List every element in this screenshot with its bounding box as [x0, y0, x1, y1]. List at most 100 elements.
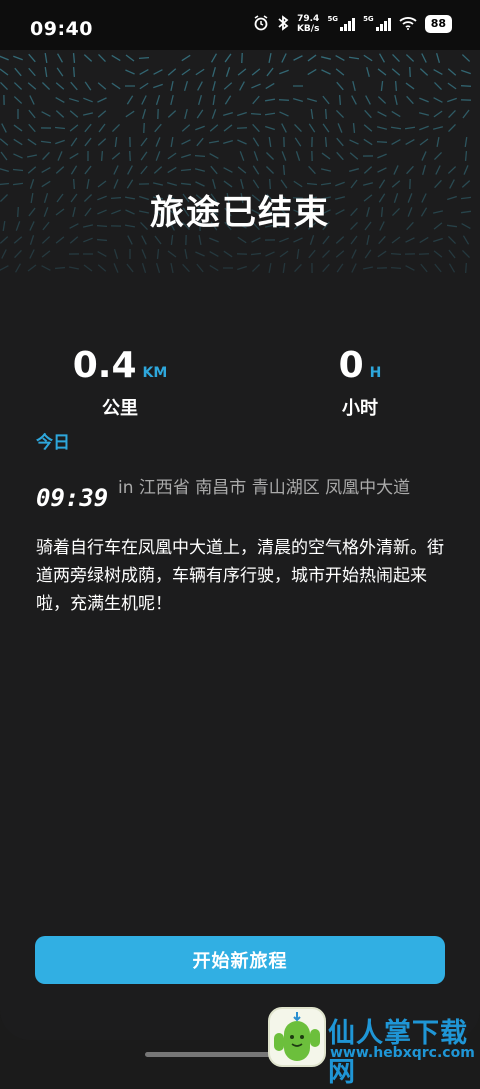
dash-mark [13, 170, 23, 171]
dash-mark [102, 151, 103, 161]
day-heading: 今日 [36, 428, 70, 453]
bluetooth-icon [277, 15, 289, 34]
dash-mark [351, 236, 357, 244]
dash-mark [309, 124, 314, 132]
dash-mark [196, 69, 204, 74]
dash-mark [283, 263, 284, 273]
dash-mark [406, 55, 413, 62]
dash-mark [74, 53, 75, 63]
dash-mark [70, 237, 78, 243]
dash-mark [212, 54, 217, 63]
dash-mark [154, 70, 163, 75]
dash-mark [225, 96, 230, 104]
start-new-trip-button[interactable]: 开始新旅程 [35, 936, 445, 984]
dash-mark [15, 68, 21, 76]
dash-mark [461, 86, 471, 87]
dash-mark [126, 55, 134, 61]
dash-mark [321, 70, 330, 74]
dash-mark [379, 236, 386, 243]
dash-mark [238, 69, 246, 75]
dash-mark [224, 251, 232, 257]
dash-mark [30, 250, 34, 259]
dash-mark [466, 263, 467, 273]
dash-mark [267, 68, 273, 76]
dash-mark [30, 95, 34, 104]
duration-value: 0 [339, 345, 364, 386]
dash-mark [323, 264, 330, 271]
dash-mark [436, 165, 440, 174]
dash-mark [350, 153, 358, 159]
dash-mark [195, 169, 205, 172]
dash-mark [336, 69, 344, 75]
dash-mark [0, 237, 7, 244]
dash-mark [58, 151, 62, 160]
dash-mark [364, 139, 372, 144]
dash-mark [140, 70, 149, 75]
dash-mark [142, 249, 146, 258]
dash-mark [197, 138, 203, 146]
dash-mark [253, 138, 258, 146]
dash-mark [0, 139, 8, 145]
dash-mark [294, 56, 303, 61]
dash-mark [85, 124, 91, 132]
dash-mark [378, 69, 386, 75]
dash-mark [29, 68, 36, 76]
dash-mark [265, 113, 275, 114]
dash-mark [378, 112, 387, 117]
dash-mark [128, 236, 132, 245]
dash-mark [419, 98, 428, 102]
dash-mark [181, 155, 191, 158]
sim1-type: 5G [327, 15, 338, 23]
dash-mark [462, 250, 469, 257]
dash-mark [377, 154, 386, 158]
dash-mark [13, 154, 22, 158]
dash-mark [213, 81, 215, 91]
dash-mark [422, 151, 426, 160]
dash-mark [434, 70, 443, 75]
dash-mark [354, 123, 355, 133]
dash-mark [378, 251, 386, 257]
dash-mark [381, 81, 382, 91]
dash-mark [448, 83, 456, 89]
dash-mark [407, 96, 414, 103]
dash-mark [197, 264, 203, 272]
network-speed: 79.4 KB/s [297, 14, 319, 34]
dash-mark [142, 263, 145, 273]
dash-mark [195, 252, 204, 256]
dash-mark [128, 166, 133, 175]
dash-mark [69, 267, 79, 269]
dash-mark [1, 152, 7, 160]
dash-mark [366, 96, 371, 105]
distance-unit: KM [143, 365, 168, 381]
dash-mark [378, 97, 385, 104]
dash-mark [210, 265, 219, 270]
dash-mark [29, 124, 36, 132]
dash-mark [422, 54, 426, 63]
dash-mark [28, 167, 36, 174]
dash-mark [71, 166, 76, 175]
dash-mark [141, 166, 147, 174]
dash-mark [465, 137, 466, 147]
dash-mark [42, 168, 51, 173]
dash-mark [253, 166, 258, 174]
dash-mark [98, 139, 105, 146]
dash-mark [27, 155, 37, 157]
dash-mark [199, 235, 201, 245]
dash-mark [156, 95, 159, 105]
dash-mark [364, 55, 372, 61]
dash-mark [448, 236, 455, 243]
dash-mark [155, 236, 161, 244]
home-indicator[interactable] [145, 1052, 275, 1057]
dash-mark [14, 97, 21, 104]
dash-mark [423, 165, 426, 175]
dash-mark [226, 67, 229, 77]
dash-mark [125, 70, 134, 74]
alarm-icon [253, 15, 269, 34]
dash-mark [406, 83, 414, 89]
dash-mark [265, 99, 275, 101]
dash-mark [71, 138, 77, 146]
dash-mark [282, 124, 287, 133]
dash-mark [224, 168, 233, 173]
dash-mark [293, 99, 303, 102]
dash-mark [307, 99, 317, 102]
